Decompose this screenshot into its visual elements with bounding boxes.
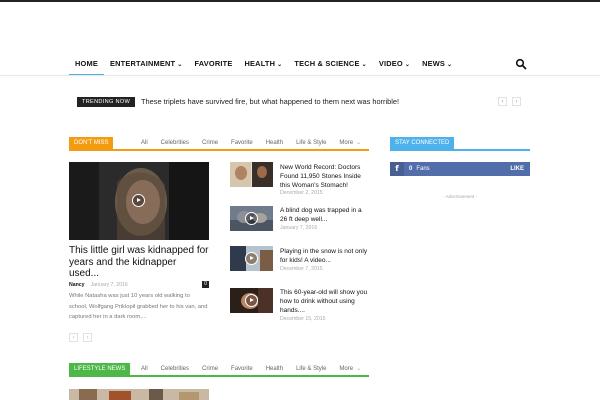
chevron-down-icon: ⌄ [404, 62, 411, 68]
filter-tab[interactable]: Life & Style [296, 363, 326, 375]
filter-tab[interactable]: Favorite [231, 137, 253, 149]
lifestyle-news-header: LIFESTYLE NEWS All Celebrities Crime Favori… [69, 363, 369, 377]
small-post-title[interactable]: Playing in the snow is not only for kids… [280, 247, 368, 265]
menu-divider [0, 75, 600, 76]
small-post-image[interactable] [230, 206, 273, 231]
dont-miss-tabs: All Celebrities Crime Favorite Health Life & … [141, 137, 374, 149]
nav-item-label: VIDEO [378, 59, 403, 68]
nav-item-label: TECH & SCIENCE [294, 59, 360, 68]
big-post-excerpt: While Natasha was just 10 years old walk… [69, 293, 208, 320]
play-icon[interactable] [245, 252, 258, 265]
nav-item-entertainment[interactable]: ENTERTAINMENT ⌄ [104, 52, 189, 76]
small-post-title[interactable]: A blind dog was trapped in a 26 ft deep … [280, 206, 368, 224]
small-post-date: December 15, 2015 [280, 316, 326, 322]
trending-next-button[interactable]: › [512, 97, 521, 106]
filter-tab[interactable]: Crime [202, 363, 218, 375]
small-post-title[interactable]: This 60-year-old will show you how to dr… [280, 288, 368, 315]
filter-tab[interactable]: Celebrities [161, 137, 189, 149]
big-post-title[interactable]: This little girl was kidnapped for years… [69, 245, 209, 280]
nav-item-health[interactable]: HEALTH ⌄ [239, 52, 289, 76]
main-menu: HOME ENTERTAINMENT ⌄ FAVORITE HEALTH ⌄ TECH & … [0, 52, 600, 76]
lifestyle-post-image[interactable] [69, 388, 209, 400]
small-post-date: December 7, 2015 [280, 266, 323, 272]
filter-tab[interactable]: Celebrities [161, 363, 189, 375]
filter-tab[interactable]: All [141, 363, 148, 375]
filter-tab[interactable]: More [339, 363, 353, 375]
advertisement-label: - Advertisement - [442, 194, 477, 199]
nav-item-home[interactable]: HOME [69, 52, 104, 76]
filter-tab[interactable]: Health [266, 363, 283, 375]
top-bar [0, 0, 600, 2]
block-next-button[interactable]: › [83, 333, 92, 342]
dont-miss-underline [69, 149, 369, 151]
nav-item-label: FAVORITE [194, 59, 233, 68]
chevron-down-icon: ⌄ [447, 62, 453, 68]
play-icon[interactable] [245, 212, 258, 225]
lifestyle-title: LIFESTYLE NEWS [69, 363, 131, 375]
trending-prev-button[interactable]: ‹ [498, 97, 507, 106]
chevron-down-icon[interactable]: ⌄ [356, 363, 361, 375]
play-icon[interactable] [245, 294, 258, 307]
filter-tab[interactable]: Life & Style [296, 137, 326, 149]
lifestyle-tabs: All Celebrities Crime Favorite Health Life & … [141, 363, 374, 375]
small-post-image[interactable] [230, 288, 273, 313]
chevron-down-icon[interactable]: ⌄ [356, 137, 361, 149]
nav-item-label: ENTERTAINMENT [109, 59, 176, 68]
filter-tab[interactable]: Crime [202, 137, 218, 149]
chevron-down-icon: ⌄ [177, 62, 183, 68]
post-author[interactable]: Nancy [69, 282, 85, 288]
fans-label: Fans [416, 166, 430, 172]
fans-count: 0 [409, 166, 413, 172]
facebook-fans-bar[interactable]: f 0 Fans LIKE [390, 162, 530, 176]
dont-miss-header: DON'T MISS All Celebrities Crime Favorite He… [69, 137, 369, 151]
chevron-down-icon: ⌄ [277, 62, 283, 68]
filter-tab[interactable]: Health [266, 137, 283, 149]
big-post-image[interactable] [69, 162, 209, 240]
chevron-down-icon: ⌄ [361, 62, 367, 68]
facebook-like-button[interactable]: LIKE [510, 166, 524, 172]
stay-connected-underline [390, 149, 530, 151]
comment-count-badge[interactable]: 0 [202, 281, 209, 288]
small-post-image[interactable] [230, 246, 273, 271]
block-prev-button[interactable]: ‹ [69, 333, 78, 342]
lifestyle-underline [69, 375, 369, 377]
small-post-date: January 7, 2016 [280, 225, 318, 231]
nav-item-tech-science[interactable]: TECH & SCIENCE ⌄ [288, 52, 372, 76]
trending-headline[interactable]: These triplets have survived fire, but w… [141, 97, 399, 106]
nav-item-favorite[interactable]: FAVORITE [189, 52, 239, 76]
filter-tab[interactable]: Favorite [231, 363, 253, 375]
dont-miss-title: DON'T MISS [69, 137, 114, 149]
filter-tab[interactable]: More [339, 137, 353, 149]
small-post-title[interactable]: New World Record: Doctors Found 11,950 S… [280, 163, 368, 190]
nav-item-news[interactable]: NEWS ⌄ [416, 52, 458, 76]
nav-item-label: HEALTH [244, 59, 276, 68]
filter-tab[interactable]: All [141, 137, 148, 149]
nav-item-label: NEWS [422, 59, 446, 68]
small-post-image[interactable] [230, 162, 273, 187]
trending-bar: TRENDING NOW These triplets have survive… [77, 96, 399, 107]
search-icon[interactable] [515, 58, 527, 70]
nav-item-label: HOME [75, 59, 98, 68]
stay-connected-title: STAY CONNECTED [390, 137, 455, 149]
big-post-meta: Nancy January 7, 2016 [69, 282, 128, 288]
facebook-icon: f [390, 162, 404, 176]
nav-item-video[interactable]: VIDEO ⌄ [373, 52, 416, 76]
trending-label: TRENDING NOW [77, 96, 136, 107]
stay-connected-header: STAY CONNECTED [390, 137, 530, 151]
play-icon[interactable] [132, 194, 145, 207]
small-post-date: December 2, 2015 [280, 190, 323, 196]
post-date: January 7, 2016 [90, 282, 128, 288]
